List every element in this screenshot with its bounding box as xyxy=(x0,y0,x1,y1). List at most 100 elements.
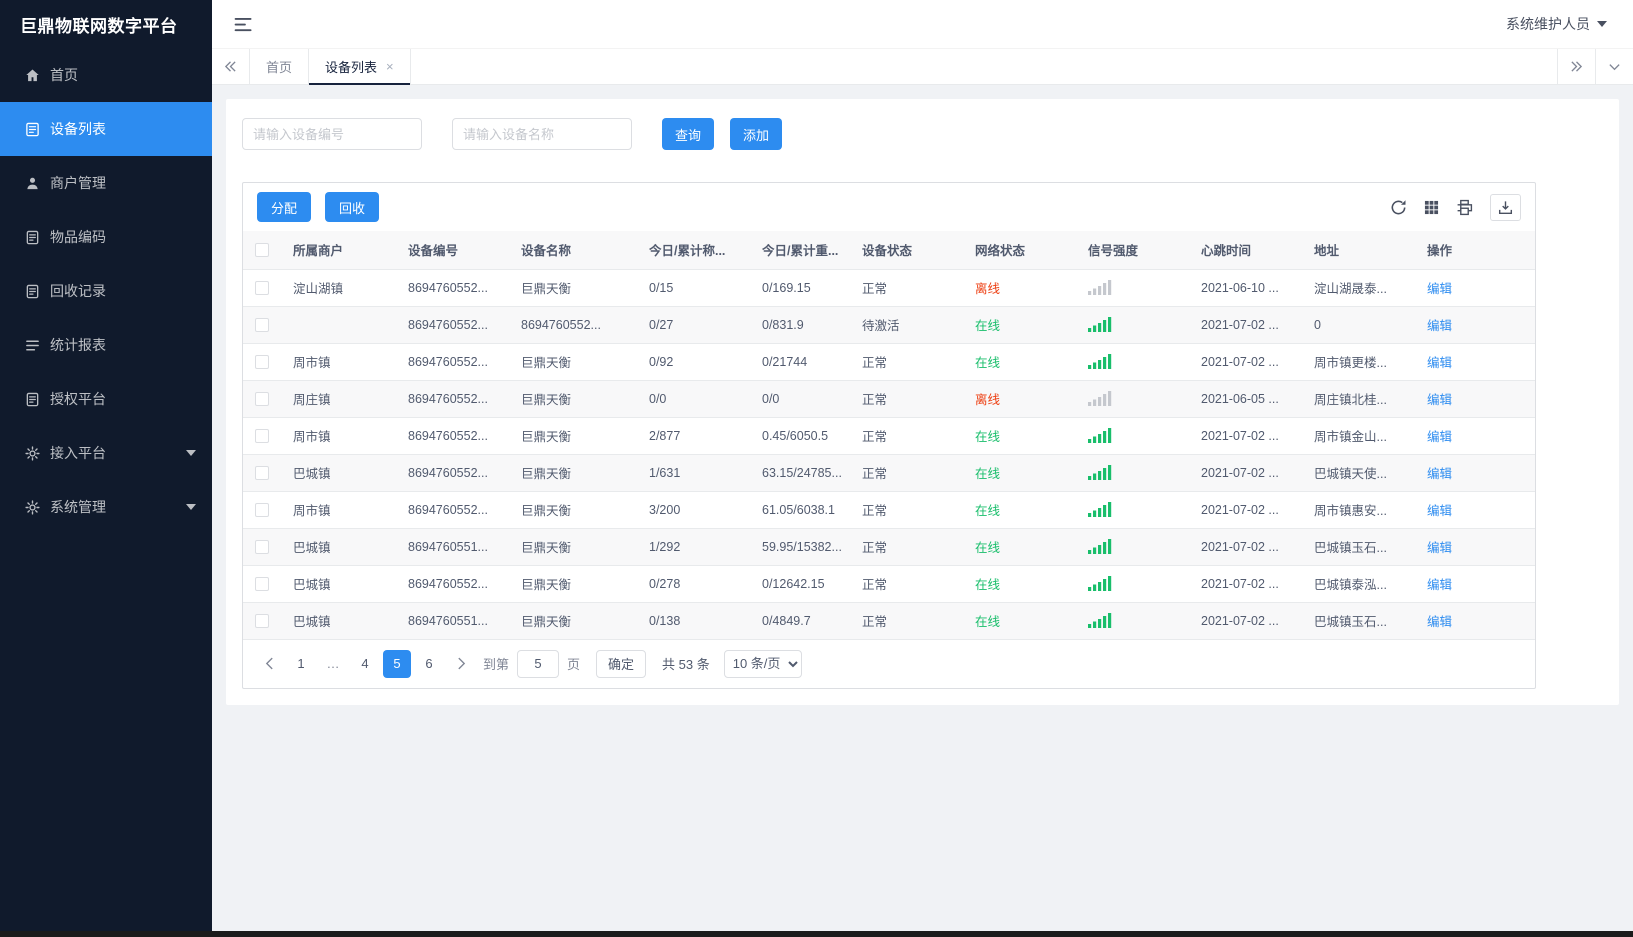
sidebar-collapse-icon[interactable] xyxy=(234,17,254,32)
edit-link[interactable]: 编辑 xyxy=(1427,319,1452,333)
edit-link[interactable]: 编辑 xyxy=(1427,467,1452,481)
row-checkbox[interactable] xyxy=(255,465,269,480)
cell-device-name: 巨鼎天衡 xyxy=(509,269,637,307)
row-checkbox[interactable] xyxy=(255,502,269,517)
select-all-checkbox[interactable] xyxy=(255,243,269,258)
next-page-button[interactable] xyxy=(447,650,475,678)
cell-today-count: 0/138 xyxy=(637,602,750,640)
prev-page-button[interactable] xyxy=(255,650,283,678)
cell-signal xyxy=(1076,380,1189,418)
edit-link[interactable]: 编辑 xyxy=(1427,504,1452,518)
sidebar-item-authorization-platform[interactable]: 授权平台 xyxy=(0,372,212,426)
cell-signal xyxy=(1076,343,1189,381)
sidebar-item-label: 系统管理 xyxy=(50,499,106,515)
app-title: 巨鼎物联网数字平台 xyxy=(20,16,178,36)
device-table: 所属商户 设备编号 设备名称 今日/累计称... 今日/累计重... 设备状态 网络状态 信号… xyxy=(243,231,1535,640)
sidebar-nav: 首页设备列表 商户管理 物品编码回收记录统计报表 授权平台 接入平台系统管理 xyxy=(0,48,212,534)
page-number-5[interactable]: 5 xyxy=(383,649,411,678)
topbar: 系统维护人员 xyxy=(212,0,1633,48)
sidebar-item-device-list[interactable]: 设备列表 xyxy=(0,102,212,156)
cell-device-status: 正常 xyxy=(850,269,963,307)
tabs-scroll-right-button[interactable] xyxy=(1557,49,1595,84)
chevron-down-icon xyxy=(186,450,196,456)
tab-home[interactable]: 首页 xyxy=(250,49,310,84)
column-header: 设备名称 xyxy=(509,231,637,270)
tabs-dropdown-button[interactable] xyxy=(1595,49,1633,84)
tab-device-list[interactable]: 设备列表 × xyxy=(309,49,411,85)
edit-link[interactable]: 编辑 xyxy=(1427,541,1452,555)
gear-icon xyxy=(24,499,40,515)
row-checkbox[interactable] xyxy=(255,391,269,406)
sidebar-item-recycle-records[interactable]: 回收记录 xyxy=(0,264,212,318)
cell-device-no: 8694760552... xyxy=(396,417,509,455)
row-checkbox[interactable] xyxy=(255,317,269,332)
assign-button[interactable]: 分配 xyxy=(257,192,312,222)
home-icon xyxy=(24,67,40,83)
cell-action: 编辑 xyxy=(1415,454,1535,492)
sidebar-item-access-platform[interactable]: 接入平台 xyxy=(0,426,212,480)
sidebar-item-label: 回收记录 xyxy=(50,283,106,299)
page-number-6[interactable]: 6 xyxy=(415,650,443,678)
cell-today-count: 2/877 xyxy=(637,417,750,455)
export-icon[interactable] xyxy=(1490,193,1521,221)
sidebar-item-system-management[interactable]: 系统管理 xyxy=(0,480,212,534)
row-checkbox[interactable] xyxy=(255,280,269,295)
refresh-icon[interactable] xyxy=(1390,199,1407,216)
query-button[interactable]: 查询 xyxy=(662,118,715,150)
page-number-4[interactable]: 4 xyxy=(351,650,379,678)
chevron-down-icon xyxy=(1597,21,1607,27)
add-button[interactable]: 添加 xyxy=(730,118,783,150)
cell-today-weight: 0/169.15 xyxy=(750,269,850,307)
cell-signal xyxy=(1076,565,1189,603)
column-settings-icon[interactable] xyxy=(1424,200,1439,215)
edit-link[interactable]: 编辑 xyxy=(1427,356,1452,370)
sidebar-item-home[interactable]: 首页 xyxy=(0,48,212,102)
signal-bars-icon xyxy=(1088,317,1112,333)
print-icon[interactable] xyxy=(1456,199,1473,216)
network-status-badge: 在线 xyxy=(975,504,1001,518)
signal-bars-icon xyxy=(1088,465,1112,481)
edit-link[interactable]: 编辑 xyxy=(1427,615,1452,629)
cell-network-status: 离线 xyxy=(963,380,1076,418)
pagination: 1 … 456 到第 页 确定 共 53 条 10 条/页 xyxy=(243,640,1535,688)
cell-heartbeat: 2021-06-10 ... xyxy=(1189,269,1302,307)
sidebar-item-item-coding[interactable]: 物品编码 xyxy=(0,210,212,264)
device-no-input[interactable] xyxy=(242,118,422,150)
cell-device-name: 巨鼎天衡 xyxy=(509,565,637,603)
edit-link[interactable]: 编辑 xyxy=(1427,430,1452,444)
device-name-input[interactable] xyxy=(452,118,632,150)
cell-device-no: 8694760552... xyxy=(396,565,509,603)
goto-confirm-button[interactable]: 确定 xyxy=(596,649,647,678)
cell-device-status: 正常 xyxy=(850,380,963,418)
content-area: 查询 添加 分配 回收 xyxy=(212,85,1633,937)
goto-page-input[interactable] xyxy=(517,649,560,678)
cell-device-name: 8694760552... xyxy=(509,306,637,344)
page-size-select[interactable]: 10 条/页 xyxy=(723,649,802,678)
edit-link[interactable]: 编辑 xyxy=(1427,393,1452,407)
row-checkbox[interactable] xyxy=(255,613,269,628)
column-header: 信号强度 xyxy=(1076,231,1189,270)
network-status-badge: 在线 xyxy=(975,467,1001,481)
user-menu[interactable]: 系统维护人员 xyxy=(1506,14,1607,34)
row-checkbox[interactable] xyxy=(255,428,269,443)
signal-bars-icon xyxy=(1088,354,1112,370)
row-checkbox[interactable] xyxy=(255,539,269,554)
cell-today-count: 0/27 xyxy=(637,306,750,344)
edit-link[interactable]: 编辑 xyxy=(1427,282,1452,296)
row-checkbox[interactable] xyxy=(255,354,269,369)
tabs-scroll-left-button[interactable] xyxy=(212,49,250,84)
sidebar-item-statistics-report[interactable]: 统计报表 xyxy=(0,318,212,372)
sidebar-item-label: 首页 xyxy=(50,67,78,83)
cell-signal xyxy=(1076,454,1189,492)
tab-bar: 首页 设备列表 × xyxy=(212,48,1633,85)
cell-merchant: 周庄镇 xyxy=(281,380,396,418)
sidebar-item-merchant-management[interactable]: 商户管理 xyxy=(0,156,212,210)
page-number-1[interactable]: 1 xyxy=(287,650,315,678)
row-checkbox[interactable] xyxy=(255,576,269,591)
cell-device-name: 巨鼎天衡 xyxy=(509,343,637,381)
tab-label: 首页 xyxy=(266,60,293,75)
recycle-button[interactable]: 回收 xyxy=(325,192,380,222)
edit-link[interactable]: 编辑 xyxy=(1427,578,1452,592)
cell-merchant: 巴城镇 xyxy=(281,602,396,640)
close-icon[interactable]: × xyxy=(386,60,394,73)
